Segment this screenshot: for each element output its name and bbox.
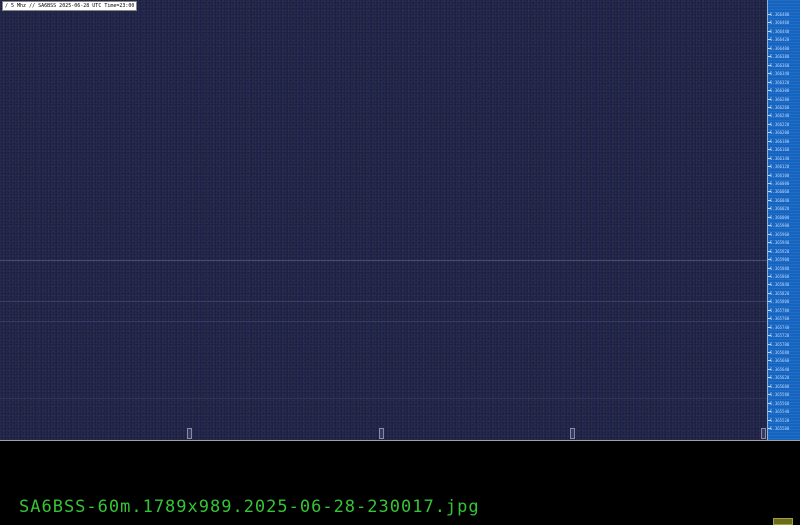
freq-label: 5.365700	[770, 341, 790, 347]
freq-label: 5.365760	[770, 316, 790, 322]
freq-label: 5.365780	[770, 307, 790, 313]
freq-label: 5.366360	[770, 62, 790, 68]
freq-label: 5.366420	[770, 37, 790, 43]
freq-label: 5.366260	[770, 104, 790, 110]
freq-label: 5.366040	[770, 197, 790, 203]
freq-label: 5.365720	[770, 333, 790, 339]
freq-label: 5.366120	[770, 164, 790, 170]
time-marker	[761, 428, 766, 439]
freq-label: 5.366240	[770, 113, 790, 119]
freq-label: 5.365880	[770, 265, 790, 271]
spectrogram-title: / 5 Mhz // SA6BSS 2025-06-28 UTC Time=23…	[2, 1, 138, 11]
freq-label: 5.365940	[770, 240, 790, 246]
freq-label: 5.365680	[770, 350, 790, 355]
freq-label: 5.365500	[770, 426, 790, 432]
freq-label: 5.365840	[770, 282, 790, 288]
freq-label: 5.366200	[770, 130, 790, 136]
freq-label: 5.365560	[770, 400, 790, 406]
freq-label: 5.366080	[770, 181, 790, 186]
signal-line	[0, 398, 767, 399]
freq-label: 5.365900	[770, 257, 790, 263]
signal-line	[0, 321, 767, 322]
image-filename: SA6BSS-60m.1789x989.2025-06-28-230017.jp…	[19, 497, 480, 517]
freq-label: 5.366140	[770, 155, 790, 161]
freq-label: 5.366100	[770, 172, 790, 178]
freq-label: 5.366000	[770, 214, 790, 220]
freq-label: 5.365800	[770, 299, 790, 305]
time-marker	[570, 428, 575, 439]
signal-line	[0, 301, 767, 302]
freq-label: 5.366480	[770, 12, 790, 17]
waterfall-display	[0, 0, 767, 440]
freq-label: 5.365960	[770, 231, 790, 237]
freq-label: 5.365540	[770, 409, 790, 415]
freq-label: 5.366220	[770, 121, 790, 127]
freq-label: 5.365920	[770, 248, 790, 254]
freq-label: 5.365660	[770, 358, 790, 364]
time-marker	[187, 428, 192, 439]
freq-label: 5.365860	[770, 273, 790, 279]
time-marker	[379, 428, 384, 439]
freq-label: 5.366300	[770, 88, 790, 94]
freq-label: 5.365740	[770, 324, 790, 330]
freq-label: 5.365640	[770, 366, 790, 372]
freq-label: 5.365580	[770, 392, 790, 398]
freq-label: 5.365520	[770, 417, 790, 423]
frequency-scale: 5.366480 5.366460 5.366440 5.366420 5.366400…	[767, 0, 800, 440]
freq-label: 5.365980	[770, 223, 790, 229]
freq-label: 5.366160	[770, 147, 790, 153]
spectrogram-image: / 5 Mhz // SA6BSS 2025-06-28 UTC Time=23…	[0, 0, 800, 441]
freq-label: 5.366020	[770, 206, 790, 212]
freq-label: 5.365620	[770, 375, 790, 381]
freq-label: 5.366180	[770, 138, 790, 144]
freq-label: 5.365600	[770, 383, 790, 389]
freq-label: 5.366400	[770, 45, 790, 51]
freq-label: 5.366060	[770, 189, 790, 195]
viewer-corner-button[interactable]	[773, 518, 793, 525]
image-viewer: / 5 Mhz // SA6BSS 2025-06-28 UTC Time=23…	[0, 0, 800, 525]
freq-label: 5.366340	[770, 71, 790, 77]
freq-label: 5.366440	[770, 28, 790, 34]
freq-label: 5.366460	[770, 20, 790, 26]
freq-label: 5.365820	[770, 290, 790, 296]
freq-label: 5.366380	[770, 54, 790, 60]
freq-label: 5.366320	[770, 79, 790, 85]
freq-label: 5.366280	[770, 96, 790, 102]
signal-line	[0, 260, 767, 261]
